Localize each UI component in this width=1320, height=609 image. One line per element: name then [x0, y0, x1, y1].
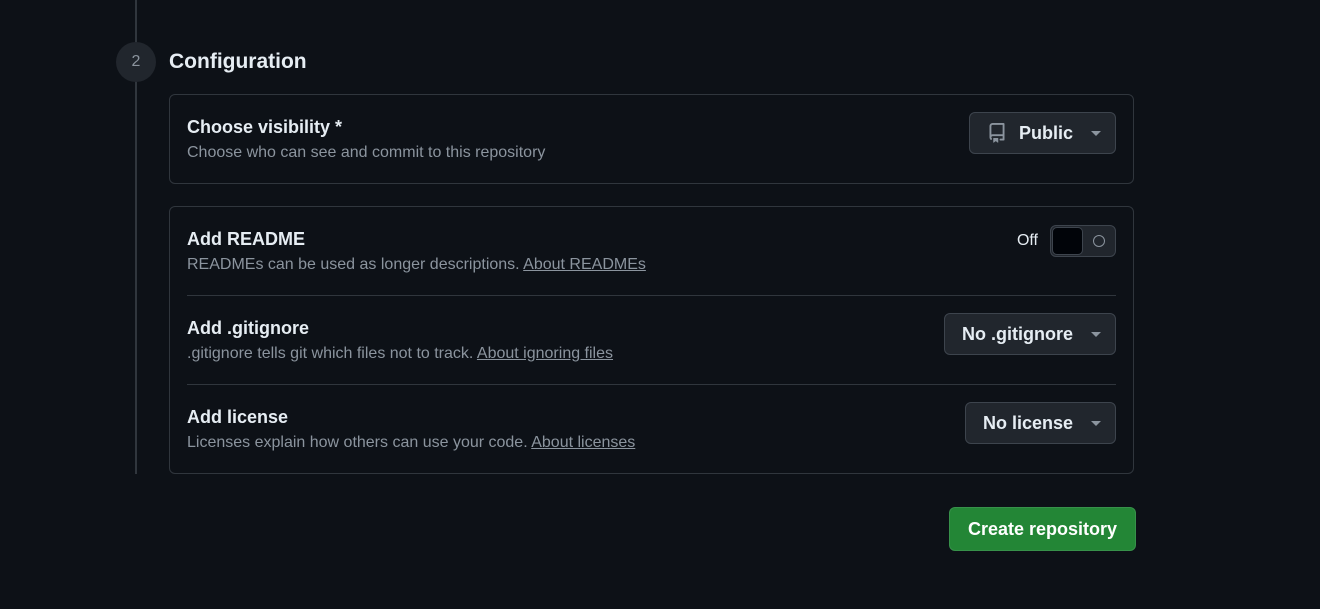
- readme-title: Add README: [187, 229, 305, 249]
- readme-description: READMEs can be used as longer descriptio…: [187, 254, 646, 276]
- visibility-description: Choose who can see and commit to this re…: [187, 144, 546, 161]
- about-licenses-link[interactable]: About licenses: [531, 434, 635, 451]
- visibility-selected: Public: [1018, 122, 1073, 143]
- gitignore-title: Add .gitignore: [187, 318, 309, 338]
- about-readmes-link[interactable]: About READMEs: [523, 256, 646, 273]
- visibility-title: Choose visibility *: [187, 117, 343, 137]
- license-dropdown[interactable]: No license: [964, 402, 1116, 444]
- gitignore-dropdown[interactable]: No .gitignore: [944, 313, 1116, 355]
- gitignore-selected: No .gitignore: [962, 323, 1073, 344]
- license-description: Licenses explain how others can use your…: [187, 432, 635, 454]
- about-ignoring-files-link[interactable]: About ignoring files: [477, 345, 613, 362]
- repo-icon: [989, 123, 1005, 143]
- visibility-dropdown[interactable]: Public: [968, 112, 1116, 154]
- readme-description-text: READMEs can be used as longer descriptio…: [187, 256, 520, 273]
- toggle-knob: [1052, 227, 1083, 255]
- readme-toggle-group: Off: [1017, 225, 1116, 257]
- license-selected: No license: [982, 412, 1073, 433]
- visibility-card: Choose visibility * Choose who can see a…: [169, 94, 1134, 184]
- license-description-text: Licenses explain how others can use your…: [187, 434, 528, 451]
- toggle-off-icon: [1093, 235, 1105, 247]
- configuration-page: 2 Configuration Choose visibility * Choo…: [0, 0, 1320, 609]
- chevron-down-icon: [1091, 130, 1101, 136]
- create-repository-button[interactable]: Create repository: [949, 507, 1136, 551]
- options-card: Add README READMEs can be used as longer…: [169, 206, 1134, 474]
- step-number-badge: 2: [116, 42, 156, 82]
- chevron-down-icon: [1091, 331, 1101, 337]
- gitignore-description: .gitignore tells git which files not to …: [187, 343, 613, 365]
- gitignore-description-text: .gitignore tells git which files not to …: [187, 345, 474, 362]
- section-title: Configuration: [169, 50, 307, 73]
- readme-toggle-state: Off: [1016, 232, 1038, 249]
- readme-toggle[interactable]: [1050, 225, 1116, 257]
- readme-row: Add README READMEs can be used as longer…: [187, 207, 1116, 295]
- chevron-down-icon: [1091, 420, 1101, 426]
- license-title: Add license: [187, 407, 289, 427]
